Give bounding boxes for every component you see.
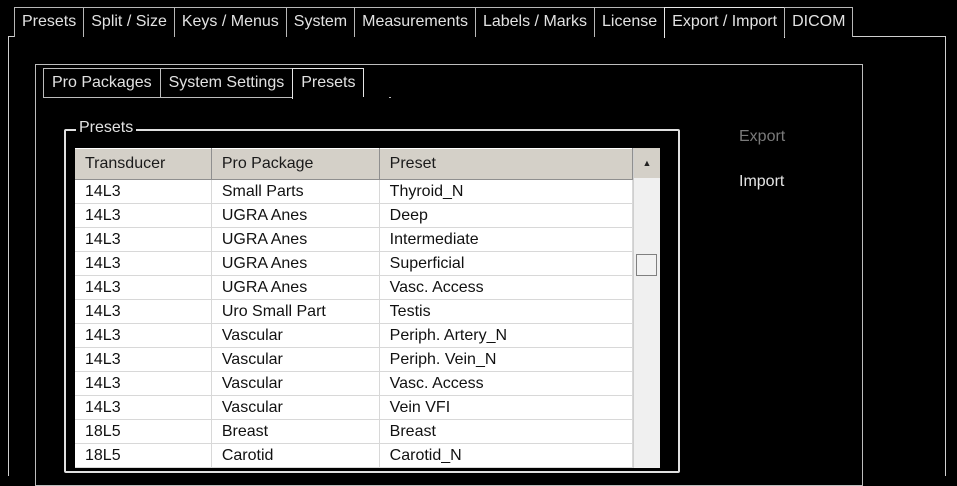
tab-license[interactable]: License: [594, 7, 666, 37]
cell-preset: Vein VFI: [379, 395, 634, 420]
tab-split-size[interactable]: Split / Size: [83, 7, 175, 37]
subtab-system-settings[interactable]: System Settings: [159, 68, 294, 97]
tab-dicom[interactable]: DICOM: [784, 7, 854, 37]
cell-preset: Superficial: [379, 251, 634, 276]
cell-pro-package: UGRA Anes: [211, 203, 380, 228]
cell-pro-package: Vascular: [211, 395, 380, 420]
table-row[interactable]: 14L3 UGRA Anes Vasc. Access: [75, 275, 634, 300]
top-tab-bar: Presets Split / Size Keys / Menus System…: [14, 7, 854, 38]
cell-preset: Testis: [379, 299, 634, 324]
import-button[interactable]: Import: [739, 173, 784, 191]
table-body: 14L3 Small Parts Thyroid_N 14L3 UGRA Anes Dee…: [75, 179, 634, 468]
table-row[interactable]: 14L3 UGRA Anes Deep: [75, 203, 634, 228]
cell-pro-package: UGRA Anes: [211, 275, 380, 300]
table-row[interactable]: 14L3 Vascular Vein VFI: [75, 395, 634, 420]
tab-system[interactable]: System: [285, 7, 356, 37]
cell-pro-package: UGRA Anes: [211, 251, 380, 276]
scroll-up-arrow-icon[interactable]: ▲: [634, 148, 660, 178]
table-row[interactable]: 14L3 UGRA Anes Intermediate: [75, 227, 634, 252]
tab-measurements[interactable]: Measurements: [354, 7, 476, 37]
column-header-pro-package[interactable]: Pro Package: [211, 148, 380, 180]
presets-group-title: Presets: [76, 119, 137, 137]
tab-labels-marks[interactable]: Labels / Marks: [474, 7, 595, 37]
cell-transducer: 14L3: [75, 347, 212, 372]
cell-preset: Vasc. Access: [379, 371, 634, 396]
cell-pro-package: Vascular: [211, 347, 380, 372]
cell-transducer: 14L3: [75, 203, 212, 228]
tab-export-import[interactable]: Export / Import: [664, 7, 786, 38]
cell-transducer: 14L3: [75, 251, 212, 276]
cell-pro-package: UGRA Anes: [211, 227, 380, 252]
cell-preset: Intermediate: [379, 227, 634, 252]
table-row[interactable]: 14L3 Vascular Vasc. Access: [75, 371, 634, 396]
table-row[interactable]: 14L3 Uro Small Part Testis: [75, 299, 634, 324]
table-row[interactable]: 14L3 Vascular Periph. Vein_N: [75, 347, 634, 372]
table-row[interactable]: 18L5 Breast Breast: [75, 419, 634, 444]
cell-pro-package: Vascular: [211, 323, 380, 348]
cell-pro-package: Small Parts: [211, 179, 380, 204]
cell-transducer: 14L3: [75, 227, 212, 252]
cell-transducer: 18L5: [75, 419, 212, 444]
table-row[interactable]: 14L3 UGRA Anes Superficial: [75, 251, 634, 276]
cell-transducer: 14L3: [75, 275, 212, 300]
table-row[interactable]: 14L3 Small Parts Thyroid_N: [75, 179, 634, 204]
table-vertical-scrollbar[interactable]: ▲: [633, 148, 660, 468]
cell-preset: Thyroid_N: [379, 179, 634, 204]
cell-transducer: 14L3: [75, 179, 212, 204]
cell-transducer: 14L3: [75, 395, 212, 420]
sub-tab-bar: Pro Packages System Settings Presets: [43, 68, 365, 99]
column-header-preset[interactable]: Preset: [379, 148, 634, 180]
cell-preset: Breast: [379, 419, 634, 444]
cell-transducer: 14L3: [75, 323, 212, 348]
cell-preset: Deep: [379, 203, 634, 228]
subtab-presets[interactable]: Presets: [292, 68, 365, 99]
table-header-row: Transducer Pro Package Preset: [75, 148, 634, 180]
column-header-transducer[interactable]: Transducer: [75, 148, 212, 180]
subtab-pro-packages[interactable]: Pro Packages: [43, 68, 161, 97]
presets-table[interactable]: Transducer Pro Package Preset 14L3 Small …: [75, 148, 659, 468]
tab-keys-menus[interactable]: Keys / Menus: [173, 7, 287, 37]
cell-pro-package: Breast: [211, 419, 380, 444]
cell-preset: Periph. Vein_N: [379, 347, 634, 372]
cell-pro-package: Uro Small Part: [211, 299, 380, 324]
active-tab-gap: [312, 97, 389, 99]
scroll-thumb[interactable]: [636, 254, 657, 276]
cell-transducer: 14L3: [75, 299, 212, 324]
table-row[interactable]: 14L3 Vascular Periph. Artery_N: [75, 323, 634, 348]
cell-pro-package: Vascular: [211, 371, 380, 396]
cell-preset: Vasc. Access: [379, 275, 634, 300]
cell-preset: Periph. Artery_N: [379, 323, 634, 348]
tab-presets[interactable]: Presets: [14, 7, 85, 37]
cell-transducer: 14L3: [75, 371, 212, 396]
export-button[interactable]: Export: [739, 128, 785, 146]
